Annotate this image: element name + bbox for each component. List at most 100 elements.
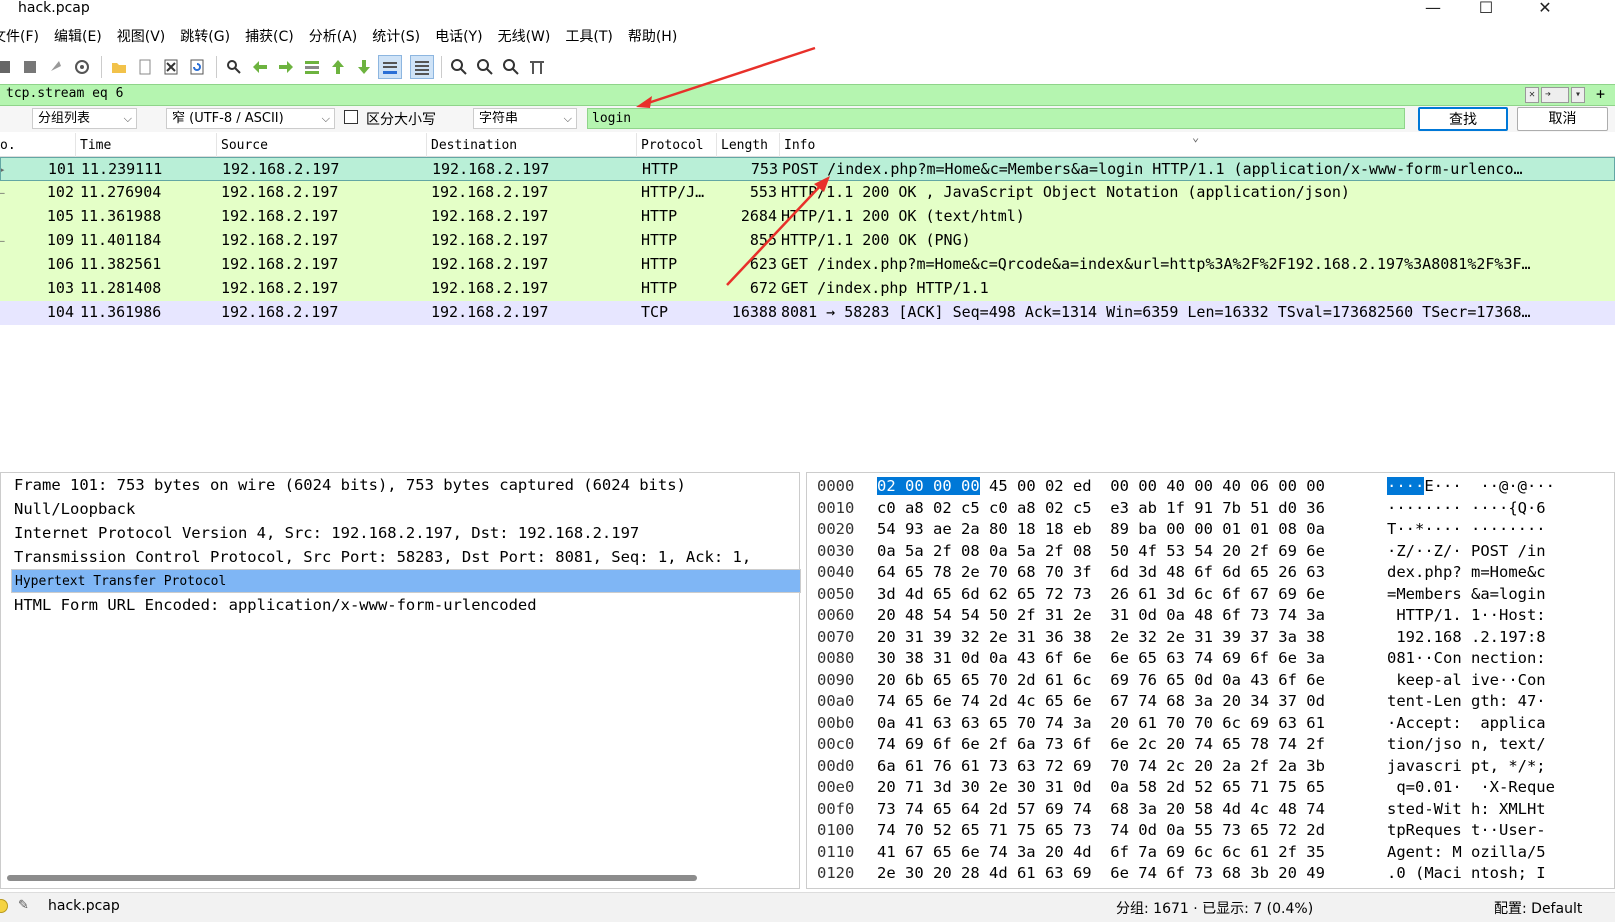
hex-ascii: keep-al ive··Con <box>1387 669 1545 691</box>
zoom-in-icon[interactable] <box>447 55 471 79</box>
packet-row[interactable]: – 109 11.401184 192.168.2.197 192.168.2.197 H… <box>0 229 1615 253</box>
find-encoding-value: 窄 (UTF-8 / ASCII) <box>172 111 284 126</box>
find-button[interactable]: 查找 <box>1418 107 1508 131</box>
zoom-out-icon[interactable] <box>473 55 497 79</box>
hex-row[interactable]: 00d0 6a 61 76 61 73 63 72 69 70 74 2c 20 … <box>807 755 1614 777</box>
hex-row[interactable]: 0120 2e 30 20 28 4d 61 63 69 6e 74 6f 73 … <box>807 862 1614 884</box>
hex-values: 74 65 6e 74 2d 4c 65 6e 67 74 68 3a 20 3… <box>877 692 1325 710</box>
menu-tools[interactable]: 工具(T) <box>565 26 612 50</box>
column-header-protocol[interactable]: Protocol <box>637 133 717 157</box>
apply-filter-button[interactable]: ➔ <box>1540 87 1569 103</box>
go-back-icon[interactable] <box>248 55 272 79</box>
packet-details-pane[interactable]: Frame 101: 753 bytes on wire (6024 bits)… <box>0 472 801 889</box>
go-forward-icon[interactable] <box>274 55 298 79</box>
go-to-packet-icon[interactable] <box>300 55 324 79</box>
column-header-no[interactable]: o. <box>0 133 76 157</box>
clear-filter-button[interactable]: ✕ <box>1524 87 1539 103</box>
packet-row[interactable]: 104 11.361986 192.168.2.197 192.168.2.197 TC… <box>0 301 1615 325</box>
stop-capture-icon[interactable] <box>18 55 42 79</box>
find-packet-icon[interactable] <box>222 55 246 79</box>
hex-row[interactable]: 0000 02 00 00 00 45 00 02 ed 00 00 40 00 … <box>807 475 1614 497</box>
detail-null-loopback[interactable]: Null/Loopback <box>11 497 801 521</box>
filter-history-dropdown[interactable]: ▾ <box>1570 87 1585 103</box>
menu-capture[interactable]: 捕获(C) <box>245 26 294 50</box>
restart-capture-icon[interactable] <box>44 55 68 79</box>
detail-form-urlencoded[interactable]: HTML Form URL Encoded: application/x-www… <box>11 593 801 617</box>
cancel-find-button[interactable]: 取消 <box>1517 107 1608 131</box>
capture-options-icon[interactable] <box>70 55 94 79</box>
start-capture-icon[interactable] <box>0 55 16 79</box>
reload-file-icon[interactable] <box>185 55 209 79</box>
hex-row[interactable]: 0030 0a 5a 2f 08 0a 5a 2f 08 50 4f 53 54 … <box>807 540 1614 562</box>
hex-row[interactable]: 0070 20 31 39 32 2e 31 36 38 2e 32 2e 31 … <box>807 626 1614 648</box>
hex-offset: 0100 <box>817 821 855 839</box>
horizontal-scrollbar[interactable] <box>7 875 697 881</box>
column-header-length[interactable]: Length <box>717 133 780 157</box>
hex-row[interactable]: 0010 c0 a8 02 c5 c0 a8 02 c5 e3 ab 1f 91 … <box>807 497 1614 519</box>
auto-scroll-icon[interactable] <box>378 55 402 79</box>
go-last-icon[interactable] <box>352 55 376 79</box>
packet-row[interactable]: 106 11.382561 192.168.2.197 192.168.2.197 HT… <box>0 253 1615 277</box>
find-encoding-select[interactable]: 窄 (UTF-8 / ASCII) ⌵ <box>166 108 335 129</box>
chevron-down-icon: ⌵ <box>321 112 330 125</box>
menu-view[interactable]: 视图(V) <box>117 26 166 50</box>
detail-frame[interactable]: Frame 101: 753 bytes on wire (6024 bits)… <box>11 473 801 497</box>
minimize-button[interactable]: — <box>1415 0 1451 20</box>
hex-row[interactable]: 00b0 0a 41 63 63 65 70 74 3a 20 61 70 70 … <box>807 712 1614 734</box>
expert-info-icon[interactable] <box>0 899 8 913</box>
packet-list[interactable]: o. Time Source Destination Protocol Leng… <box>0 130 1615 463</box>
display-filter-bar[interactable]: tcp.stream eq 6 ✕ ➔ ▾ + <box>0 84 1615 106</box>
hex-row[interactable]: 0090 20 6b 65 65 70 2d 61 6c 69 76 65 0d … <box>807 669 1614 691</box>
packet-row[interactable]: – 102 11.276904 192.168.2.197 192.168.2.197 H… <box>0 181 1615 205</box>
menu-analyze[interactable]: 分析(A) <box>309 26 358 50</box>
add-filter-button[interactable]: + <box>1596 85 1605 103</box>
hex-row[interactable]: 00c0 74 69 6f 6e 2f 6a 73 6f 6e 2c 20 74 … <box>807 733 1614 755</box>
maximize-button[interactable]: ☐ <box>1468 0 1504 20</box>
packet-row[interactable]: 103 11.281408 192.168.2.197 192.168.2.197 HT… <box>0 277 1615 301</box>
detail-tcp[interactable]: Transmission Control Protocol, Src Port:… <box>11 545 801 569</box>
status-profile[interactable]: 配置: Default <box>1494 898 1582 918</box>
find-search-input[interactable]: login <box>587 108 1405 129</box>
hex-row[interactable]: 00a0 74 65 6e 74 2d 4c 65 6e 67 74 68 3a … <box>807 690 1614 712</box>
case-sensitive-checkbox[interactable] <box>344 110 358 124</box>
display-filter-input[interactable]: tcp.stream eq 6 <box>6 86 123 101</box>
hex-values: 0a 5a 2f 08 0a 5a 2f 08 50 4f 53 54 20 2… <box>877 541 1325 560</box>
detail-http[interactable]: Hypertext Transfer Protocol <box>11 569 801 593</box>
hex-row[interactable]: 0110 41 67 65 6e 74 3a 20 4d 6f 7a 69 6c … <box>807 841 1614 863</box>
column-header-time[interactable]: Time <box>76 133 217 157</box>
normal-size-icon[interactable] <box>499 55 523 79</box>
hex-row[interactable]: 0060 20 48 54 54 50 2f 31 2e 31 0d 0a 48 … <box>807 604 1614 626</box>
menu-telephony[interactable]: 电话(Y) <box>435 26 482 50</box>
open-file-icon[interactable] <box>107 55 131 79</box>
save-file-icon[interactable] <box>133 55 157 79</box>
close-file-icon[interactable] <box>159 55 183 79</box>
hex-row[interactable]: 00e0 20 71 3d 30 2e 30 31 0d 0a 58 2d 52 … <box>807 776 1614 798</box>
close-button[interactable]: ✕ <box>1527 0 1563 20</box>
hex-row[interactable]: 0020 54 93 ae 2a 80 18 18 eb 89 ba 00 00 … <box>807 518 1614 540</box>
hex-row[interactable]: 0040 64 65 78 2e 70 68 70 3f 6d 3d 48 6f … <box>807 561 1614 583</box>
hex-row[interactable]: 0100 74 70 52 65 71 75 65 73 74 0d 0a 55 … <box>807 819 1614 841</box>
edit-comment-icon[interactable]: ✎ <box>18 898 29 913</box>
packet-row[interactable]: 105 11.361988 192.168.2.197 192.168.2.197 HT… <box>0 205 1615 229</box>
menu-wireless[interactable]: 无线(W) <box>498 26 551 50</box>
hex-row[interactable]: 00f0 73 74 65 64 2d 57 69 74 68 3a 20 58 … <box>807 798 1614 820</box>
menu-edit[interactable]: 编辑(E) <box>54 26 102 50</box>
menu-help[interactable]: 帮助(H) <box>628 26 677 50</box>
detail-ipv4[interactable]: Internet Protocol Version 4, Src: 192.16… <box>11 521 801 545</box>
find-scope-select[interactable]: 分组列表 ⌵ <box>32 108 137 129</box>
packet-bytes-pane[interactable]: 0000 02 00 00 00 45 00 02 ed 00 00 40 00 … <box>806 472 1615 889</box>
column-header-source[interactable]: Source <box>217 133 427 157</box>
hex-row[interactable]: 0050 3d 4d 65 6d 62 65 72 73 26 61 3d 6c … <box>807 583 1614 605</box>
column-header-destination[interactable]: Destination <box>427 133 637 157</box>
resize-columns-icon[interactable] <box>525 55 549 79</box>
packet-row[interactable]: ▸ 101 11.239111 192.168.2.197 192.168.2.197 H… <box>0 157 1615 181</box>
go-first-icon[interactable] <box>326 55 350 79</box>
find-type-select[interactable]: 字符串 ⌵ <box>473 108 577 129</box>
menu-go[interactable]: 跳转(G) <box>180 26 230 50</box>
menu-file[interactable]: 文件(F) <box>0 26 39 50</box>
hex-ascii: 192.168 .2.197:8 <box>1387 626 1545 648</box>
colorize-icon[interactable] <box>410 55 434 79</box>
hex-row[interactable]: 0080 30 38 31 0d 0a 43 6f 6e 6e 65 63 74 … <box>807 647 1614 669</box>
hex-offset: 0010 <box>817 498 855 517</box>
menu-statistics[interactable]: 统计(S) <box>372 26 420 50</box>
